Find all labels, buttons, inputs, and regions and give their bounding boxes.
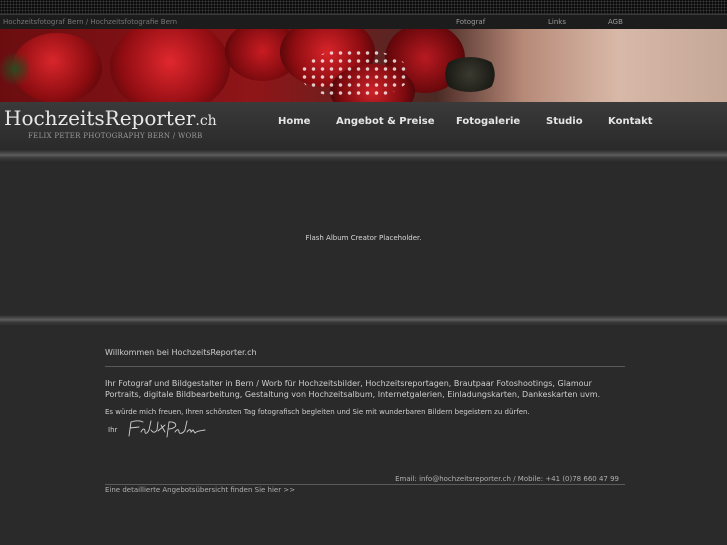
nav-kontakt[interactable]: Kontakt (608, 116, 653, 127)
logo-suffix: .ch (195, 113, 217, 129)
header-bar: HochzeitsReporter.ch FELIX PETER PHOTOGR… (0, 102, 727, 150)
site-logo[interactable]: HochzeitsReporter.ch (4, 106, 217, 133)
top-link-links[interactable]: Links (548, 15, 566, 29)
nav-fotogalerie[interactable]: Fotogalerie (456, 116, 520, 127)
nav-angebot-preise[interactable]: Angebot & Preise (336, 116, 435, 127)
offer-link[interactable]: Eine detaillierte Angebotsübersicht find… (105, 486, 295, 494)
dotted-top-border (0, 0, 727, 14)
logo-text: HochzeitsReporter (4, 106, 196, 130)
signature-greeting: Ihr (108, 426, 118, 434)
signature-row: Ihr (105, 418, 625, 442)
signature-image (128, 420, 206, 438)
wish-paragraph: Es würde mich freuen, Ihren schönsten Ta… (105, 408, 530, 416)
flash-album-area: Flash Album Creator Placeholder. (0, 163, 727, 315)
intro-paragraph: Ihr Fotograf und Bildgestalter in Bern /… (105, 379, 601, 399)
contact-divider (105, 484, 625, 485)
contact-info: Email: info@hochzeitsreporter.ch / Mobil… (395, 475, 619, 483)
top-link-fotograf[interactable]: Fotograf (456, 15, 485, 29)
flash-divider (0, 315, 727, 327)
top-bar: Hochzeitsfotograf Bern / Hochzeitsfotogr… (0, 14, 727, 29)
content-divider (105, 366, 625, 367)
logo-tagline: FELIX PETER PHOTOGRAPHY BERN / WORB (28, 132, 203, 140)
flash-placeholder-text: Flash Album Creator Placeholder. (305, 234, 422, 242)
site-name-text: Hochzeitsfotograf Bern / Hochzeitsfotogr… (3, 18, 178, 26)
welcome-heading: Willkommen bei HochzeitsReporter.ch (105, 348, 257, 357)
top-link-agb[interactable]: AGB (608, 15, 623, 29)
header-divider (0, 150, 727, 163)
nav-home[interactable]: Home (278, 116, 310, 127)
nav-studio[interactable]: Studio (546, 116, 583, 127)
header-banner-image (0, 29, 727, 102)
main-content: Willkommen bei HochzeitsReporter.ch Ihr … (105, 348, 625, 494)
